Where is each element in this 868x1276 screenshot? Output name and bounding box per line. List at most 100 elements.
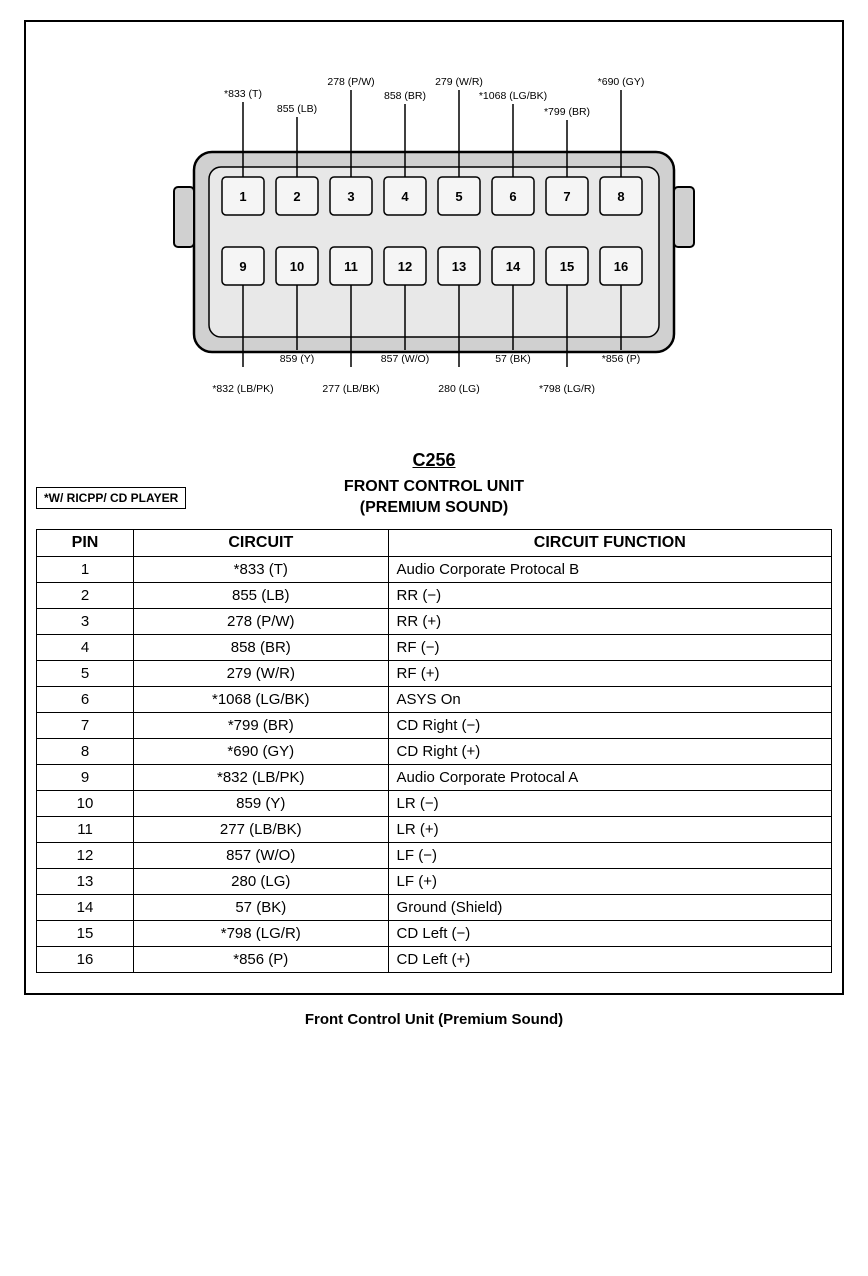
cell-pin: 9 — [37, 764, 134, 790]
cell-pin: 16 — [37, 946, 134, 972]
svg-text:5: 5 — [455, 189, 462, 204]
table-row: 13280 (LG)LF (+) — [37, 868, 832, 894]
cell-pin: 3 — [37, 608, 134, 634]
svg-text:8: 8 — [617, 189, 624, 204]
col-header-function: CIRCUIT FUNCTION — [388, 529, 831, 556]
svg-text:*799 (BR): *799 (BR) — [544, 106, 590, 118]
cell-function: CD Right (−) — [388, 712, 831, 738]
cell-function: RF (+) — [388, 660, 831, 686]
cell-pin: 12 — [37, 842, 134, 868]
cell-function: CD Left (−) — [388, 920, 831, 946]
table-row: 7*799 (BR)CD Right (−) — [37, 712, 832, 738]
col-header-pin: PIN — [37, 529, 134, 556]
table-row: 8*690 (GY)CD Right (+) — [37, 738, 832, 764]
svg-text:11: 11 — [344, 259, 358, 274]
main-container: 1 2 3 4 5 6 7 8 9 — [24, 20, 844, 995]
cell-circuit: 858 (BR) — [134, 634, 389, 660]
title-line2: (PREMIUM SOUND) — [360, 499, 508, 516]
svg-text:*832 (LB/PK): *832 (LB/PK) — [212, 383, 273, 395]
cell-pin: 1 — [37, 556, 134, 582]
cell-pin: 13 — [37, 868, 134, 894]
svg-text:6: 6 — [509, 189, 516, 204]
cell-function: LR (−) — [388, 790, 831, 816]
cell-function: ASYS On — [388, 686, 831, 712]
table-row: 2855 (LB)RR (−) — [37, 582, 832, 608]
cell-pin: 11 — [37, 816, 134, 842]
table-header-row: PIN CIRCUIT CIRCUIT FUNCTION — [37, 529, 832, 556]
svg-text:1: 1 — [239, 189, 246, 204]
cell-function: LF (−) — [388, 842, 831, 868]
svg-text:10: 10 — [290, 259, 304, 274]
cell-pin: 6 — [37, 686, 134, 712]
cell-circuit: *856 (P) — [134, 946, 389, 972]
cell-function: RR (+) — [388, 608, 831, 634]
cell-circuit: 279 (W/R) — [134, 660, 389, 686]
title-area: *W/ RICPP/ CD PLAYER FRONT CONTROL UNIT … — [36, 477, 832, 519]
cell-circuit: *798 (LG/R) — [134, 920, 389, 946]
svg-text:858 (BR): 858 (BR) — [384, 90, 426, 102]
cell-circuit: 278 (P/W) — [134, 608, 389, 634]
connector-id-label: C256 — [36, 450, 832, 471]
svg-text:280 (LG): 280 (LG) — [438, 383, 479, 395]
svg-text:857 (W/O): 857 (W/O) — [381, 353, 429, 365]
cell-circuit: *833 (T) — [134, 556, 389, 582]
cell-function: Ground (Shield) — [388, 894, 831, 920]
table-row: 6*1068 (LG/BK)ASYS On — [37, 686, 832, 712]
table-row: 1*833 (T)Audio Corporate Protocal B — [37, 556, 832, 582]
cell-circuit: *832 (LB/PK) — [134, 764, 389, 790]
cell-pin: 15 — [37, 920, 134, 946]
cell-pin: 7 — [37, 712, 134, 738]
cell-function: Audio Corporate Protocal B — [388, 556, 831, 582]
svg-text:279 (W/R): 279 (W/R) — [435, 76, 483, 88]
cell-function: LF (+) — [388, 868, 831, 894]
svg-text:*798 (LG/R): *798 (LG/R) — [539, 383, 595, 395]
svg-text:*1068 (LG/BK): *1068 (LG/BK) — [479, 90, 547, 102]
cell-pin: 4 — [37, 634, 134, 660]
cell-circuit: 57 (BK) — [134, 894, 389, 920]
cell-circuit: 277 (LB/BK) — [134, 816, 389, 842]
svg-text:855 (LB): 855 (LB) — [277, 103, 317, 115]
svg-text:14: 14 — [506, 259, 521, 274]
cell-circuit: *690 (GY) — [134, 738, 389, 764]
svg-text:278 (P/W): 278 (P/W) — [327, 76, 374, 88]
table-row: 3278 (P/W)RR (+) — [37, 608, 832, 634]
badge-label: *W/ RICPP/ CD PLAYER — [36, 487, 186, 509]
table-row: 4858 (BR)RF (−) — [37, 634, 832, 660]
svg-text:4: 4 — [401, 189, 409, 204]
cell-circuit: 280 (LG) — [134, 868, 389, 894]
pin-table: PIN CIRCUIT CIRCUIT FUNCTION 1*833 (T)Au… — [36, 529, 832, 973]
svg-text:2: 2 — [293, 189, 300, 204]
svg-text:13: 13 — [452, 259, 466, 274]
svg-text:16: 16 — [614, 259, 628, 274]
svg-text:7: 7 — [563, 189, 570, 204]
connector-diagram: 1 2 3 4 5 6 7 8 9 — [84, 42, 784, 422]
table-row: 11277 (LB/BK)LR (+) — [37, 816, 832, 842]
cell-circuit: 857 (W/O) — [134, 842, 389, 868]
diagram-area: 1 2 3 4 5 6 7 8 9 — [36, 32, 832, 442]
svg-text:*833 (T): *833 (T) — [224, 88, 262, 100]
svg-text:*690 (GY): *690 (GY) — [598, 76, 645, 88]
cell-function: CD Left (+) — [388, 946, 831, 972]
table-row: 5279 (W/R)RF (+) — [37, 660, 832, 686]
table-row: 9*832 (LB/PK)Audio Corporate Protocal A — [37, 764, 832, 790]
table-row: 15*798 (LG/R)CD Left (−) — [37, 920, 832, 946]
title-line1: FRONT CONTROL UNIT — [344, 478, 524, 495]
svg-text:859 (Y): 859 (Y) — [280, 353, 314, 365]
svg-text:12: 12 — [398, 259, 412, 274]
cell-circuit: 859 (Y) — [134, 790, 389, 816]
cell-function: RF (−) — [388, 634, 831, 660]
cell-circuit: *1068 (LG/BK) — [134, 686, 389, 712]
svg-text:57 (BK): 57 (BK) — [495, 353, 531, 365]
cell-circuit: *799 (BR) — [134, 712, 389, 738]
cell-pin: 14 — [37, 894, 134, 920]
svg-text:9: 9 — [239, 259, 246, 274]
cell-pin: 5 — [37, 660, 134, 686]
cell-function: RR (−) — [388, 582, 831, 608]
svg-text:3: 3 — [347, 189, 354, 204]
cell-function: CD Right (+) — [388, 738, 831, 764]
cell-circuit: 855 (LB) — [134, 582, 389, 608]
cell-function: Audio Corporate Protocal A — [388, 764, 831, 790]
cell-pin: 2 — [37, 582, 134, 608]
svg-text:277 (LB/BK): 277 (LB/BK) — [322, 383, 379, 395]
cell-function: LR (+) — [388, 816, 831, 842]
